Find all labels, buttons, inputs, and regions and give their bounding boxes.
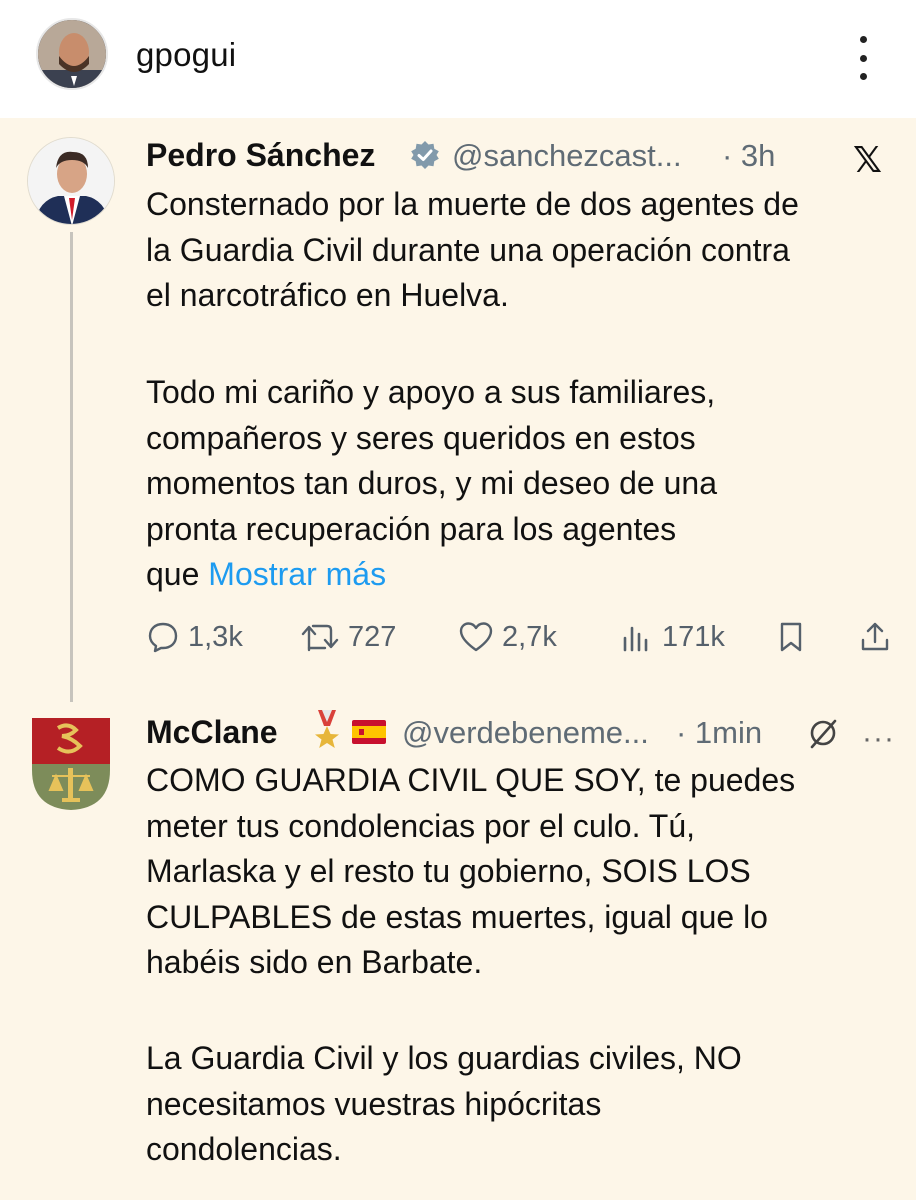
tweet-text-tail: que Mostrar más	[146, 552, 386, 598]
grok-icon[interactable]	[806, 716, 840, 750]
author-handle[interactable]: @sanchezcast...	[452, 138, 682, 174]
medal-icon	[315, 710, 339, 748]
instagram-post-header: gpogui	[0, 0, 916, 118]
user-avatar[interactable]	[36, 18, 108, 90]
repost-button[interactable]: 727	[300, 612, 396, 662]
share-icon	[861, 622, 889, 651]
more-vertical-icon[interactable]	[848, 36, 878, 80]
tweet-time-2: · 1min	[676, 715, 763, 750]
repost-count: 727	[348, 620, 397, 653]
author-name-2[interactable]: McClane	[146, 714, 278, 751]
spain-flag-icon	[352, 720, 386, 744]
username[interactable]: gpogui	[136, 36, 236, 74]
verified-icon	[411, 141, 439, 169]
tweet-text: Consternado por la muerte de dos agentes…	[146, 186, 799, 313]
like-count: 2,7k	[502, 620, 557, 653]
author-name[interactable]: Pedro Sánchez	[146, 137, 375, 174]
thread-line	[70, 232, 73, 702]
reply-icon	[148, 622, 178, 653]
repost-icon	[301, 624, 339, 652]
x-logo-icon: 𝕏	[853, 140, 883, 181]
bookmark-icon	[780, 622, 802, 652]
tweet-text-continued: Todo mi cariño y apoyo a sus familiares,…	[146, 374, 717, 547]
views-button[interactable]: 171k	[620, 612, 725, 662]
show-more-link[interactable]: Mostrar más	[208, 556, 386, 592]
tweet-actions: 1,3k 727 2,7k 171k	[146, 612, 906, 662]
reply-button[interactable]: 1,3k	[146, 612, 243, 662]
more-options-icon[interactable]: ···	[862, 722, 895, 756]
reply-text: COMO GUARDIA CIVIL QUE SOY, te puedes me…	[146, 762, 796, 980]
like-button[interactable]: 2,7k	[458, 612, 557, 662]
reply-text-continued: La Guardia Civil y los guardias civiles,…	[146, 1040, 742, 1167]
analytics-icon	[623, 626, 648, 652]
tweet-text-last-word: que	[146, 556, 200, 592]
author-handle-2[interactable]: @verdebeneme...	[402, 715, 649, 751]
heart-icon	[459, 622, 493, 652]
share-button[interactable]	[858, 612, 892, 662]
author-avatar-shield[interactable]	[30, 716, 112, 812]
author-avatar[interactable]	[27, 137, 115, 225]
tweet-time: · 3h	[722, 138, 776, 173]
bookmark-button[interactable]	[776, 612, 806, 662]
view-count: 171k	[662, 620, 725, 653]
reply-count: 1,3k	[188, 620, 243, 653]
